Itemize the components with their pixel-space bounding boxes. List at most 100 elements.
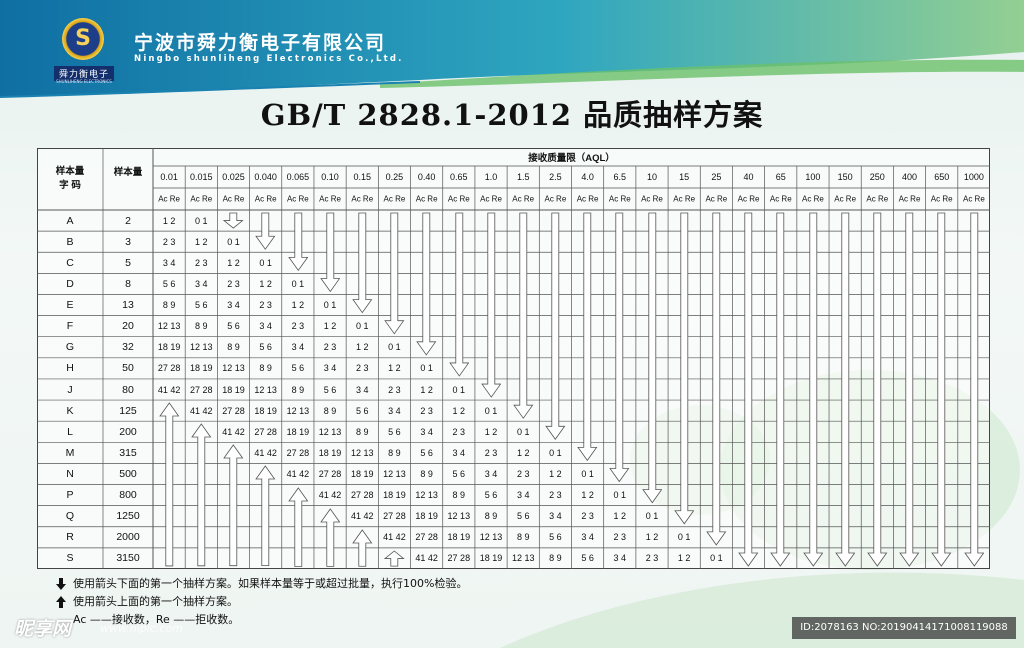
plan-value: 27 28 [318, 468, 342, 479]
arrow-down-icon [320, 212, 341, 293]
plan-value: 3 4 [162, 257, 176, 268]
plan-value: 8 9 [162, 300, 176, 311]
plan-value: 27 28 [222, 405, 245, 416]
acre-label: Ac Re [447, 194, 470, 204]
acre-label: Ac Re [866, 194, 889, 204]
plan-value: 18 19 [157, 342, 181, 353]
plan-value: 1 2 [291, 300, 305, 311]
plan-value: 12 13 [190, 342, 213, 353]
plan-value: 5 6 [388, 426, 401, 437]
plan-value: 18 19 [286, 426, 310, 437]
plan-value: 8 9 [484, 511, 498, 522]
row-code: H [66, 362, 74, 375]
plan-value: 5 6 [355, 405, 369, 416]
acre-label: Ac Re [962, 194, 985, 204]
aql-value: 0.40 [417, 172, 436, 182]
plan-value: 0 1 [613, 490, 627, 501]
plan-value: 0 1 [388, 342, 401, 353]
row-size: 125 [119, 404, 137, 417]
plan-value: 18 19 [479, 553, 503, 564]
row-size: 50 [122, 362, 134, 375]
plan-value: 2 3 [388, 384, 401, 395]
plan-value: 1 2 [452, 405, 466, 416]
watermark-brand: 昵享网 [14, 618, 72, 640]
plan-value: 2 3 [581, 511, 594, 522]
plan-value: 1 2 [484, 426, 498, 437]
arrow-down-icon [352, 212, 373, 314]
header-banner: S 舜力衡电子 SHUNLIHENG ELECTRONICS 宁波市舜力衡电子有… [0, 0, 1024, 100]
plan-value: 5 6 [420, 447, 433, 458]
plan-value: 2 3 [355, 363, 369, 374]
plan-value: 41 42 [350, 511, 374, 522]
plan-value: 8 9 [195, 321, 208, 332]
col-header-code: 样本量 字 码 [55, 166, 85, 191]
plan-value: 41 42 [254, 447, 277, 458]
plan-value: 41 42 [415, 553, 438, 564]
plan-value: 0 1 [710, 553, 723, 564]
plan-value: 0 1 [323, 300, 337, 311]
plan-value: 2 3 [227, 278, 240, 289]
plan-value: 3 4 [323, 363, 337, 374]
aql-header: 接收质量限（AQL） [528, 153, 615, 164]
arrow-down-icon [545, 212, 566, 440]
plan-value: 18 19 [447, 532, 471, 543]
acre-label: Ac Re [769, 194, 792, 204]
row-size: 8 [125, 277, 131, 290]
plan-value: 5 6 [516, 511, 530, 522]
plan-value: 0 1 [581, 468, 594, 479]
aql-value: 650 [934, 172, 950, 182]
plan-value: 2 3 [613, 532, 627, 543]
plan-value: 0 1 [291, 278, 305, 289]
aql-value: 150 [837, 172, 853, 182]
row-code: Q [65, 510, 75, 523]
arrow-down-icon [513, 212, 534, 419]
aql-value: 65 [775, 172, 786, 182]
plan-value: 5 6 [162, 278, 176, 289]
arrow-down-icon [931, 212, 952, 567]
plan-value: 1 2 [227, 257, 240, 268]
row-code: A [66, 214, 74, 227]
arrow-down-icon [802, 212, 823, 567]
plan-value: 2 3 [452, 426, 466, 437]
plan-value: 27 28 [254, 426, 277, 437]
acre-label: Ac Re [415, 194, 438, 204]
plan-value: 12 13 [447, 511, 471, 522]
plan-value: 12 13 [286, 405, 310, 416]
arrow-down-icon [738, 212, 759, 567]
row-code: B [66, 235, 74, 248]
acre-label: Ac Re [834, 194, 857, 204]
plan-value: 3 4 [516, 490, 530, 501]
plan-value: 3 4 [388, 405, 401, 416]
arrow-up-icon [287, 486, 308, 567]
plan-value: 18 19 [222, 384, 245, 395]
row-size: 2000 [116, 531, 140, 544]
plan-value: 0 1 [549, 447, 562, 458]
plan-value: 5 6 [452, 468, 466, 479]
aql-value: 4.0 [581, 172, 594, 182]
plan-value: 1 2 [195, 236, 208, 247]
plan-value: 3 4 [452, 447, 466, 458]
plan-value: 5 6 [291, 363, 305, 374]
acre-label: Ac Re [930, 194, 953, 204]
arrow-down-icon [384, 212, 405, 335]
plan-value: 18 19 [254, 405, 277, 416]
aql-value: 2.5 [549, 172, 562, 182]
aql-value: 0.10 [321, 172, 339, 182]
aql-value: 10 [646, 172, 657, 182]
company-logo: S [62, 18, 104, 60]
plan-value: 2 3 [291, 321, 305, 332]
aql-value: 100 [805, 172, 821, 182]
plan-value: 18 19 [318, 447, 342, 458]
company-name-cn: 宁波市舜力衡电子有限公司 [134, 32, 387, 54]
plan-value: 3 4 [355, 384, 369, 395]
plan-value: 18 19 [415, 511, 438, 522]
plan-value: 1 2 [162, 215, 176, 226]
arrow-up-icon [255, 465, 276, 567]
plan-value: 3 4 [420, 426, 433, 437]
row-size: 5 [125, 256, 131, 269]
arrow-down-icon [609, 212, 630, 483]
plan-value: 5 6 [259, 342, 272, 353]
acre-label: Ac Re [286, 194, 309, 204]
plan-value: 27 28 [286, 447, 310, 458]
plan-value: 8 9 [355, 426, 369, 437]
